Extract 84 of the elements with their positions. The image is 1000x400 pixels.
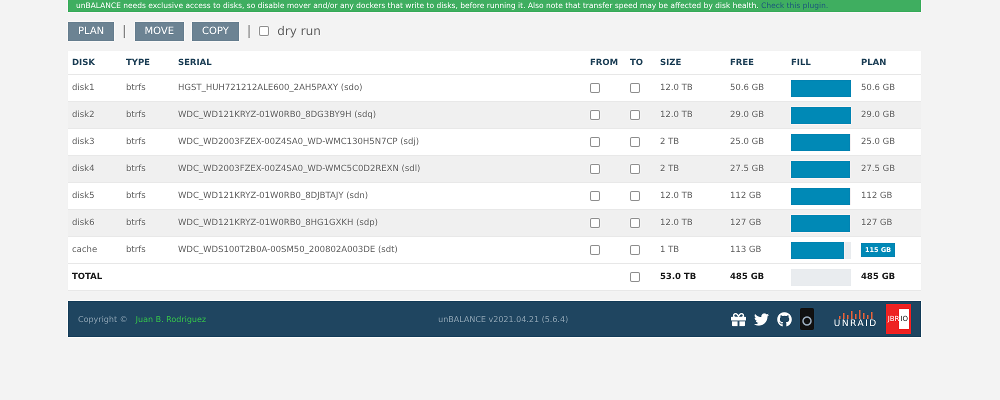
disk-plan: 112 GB [861, 191, 892, 201]
unraid-logo[interactable]: UNRAID [834, 319, 878, 329]
disk-serial: WDC_WD2003FZEX-00Z4SA0_WD-WMC130H5N7CP (sdj) [178, 137, 420, 147]
dry-run-checkbox[interactable] [259, 26, 270, 36]
disk-type: btrfs [126, 245, 146, 255]
disk-free: 113 GB [730, 245, 762, 255]
disk-free: 25.0 GB [730, 137, 764, 147]
disk-type: btrfs [126, 83, 146, 93]
disk-size: 2 TB [660, 137, 680, 147]
separator: | [246, 24, 252, 38]
to-checkbox[interactable] [630, 83, 640, 93]
from-checkbox[interactable] [590, 164, 600, 174]
disk-type: btrfs [126, 110, 146, 120]
disk-plan: 27.5 GB [861, 164, 896, 174]
disk-plan: 50.6 GB [861, 83, 896, 93]
column-header: FREE [730, 58, 754, 68]
from-checkbox[interactable] [590, 83, 600, 93]
version-text: unBALANCE v2021.04.21 (5.6.4) [438, 314, 568, 324]
to-checkbox[interactable] [630, 164, 640, 174]
disk-size: 12.0 TB [660, 218, 693, 228]
disk-serial: WDC_WD121KRYZ-01W0RB0_8DG3BY9H (sdq) [178, 110, 376, 120]
total-plan: 485 GB [861, 272, 896, 282]
dry-run-label: dry run [277, 24, 321, 38]
gift-icon[interactable] [730, 312, 746, 326]
github-icon[interactable] [776, 312, 792, 326]
disk-free: 27.5 GB [730, 164, 764, 174]
disk-type: btrfs [126, 137, 146, 147]
column-header: TO [630, 58, 644, 68]
disk-plan: 25.0 GB [861, 137, 896, 147]
column-header: FILL [791, 58, 811, 68]
to-checkbox[interactable] [630, 110, 640, 120]
from-checkbox[interactable] [590, 191, 600, 201]
disk-plan: 127 GB [861, 218, 892, 228]
disk-plan: 29.0 GB [861, 110, 896, 120]
disk-serial: WDC_WD121KRYZ-01W0RB0_8HG1GXKH (sdp) [178, 218, 378, 228]
to-checkbox[interactable] [630, 218, 640, 228]
column-header: TYPE [126, 58, 150, 68]
twitter-icon[interactable] [754, 312, 769, 326]
disk-name: disk4 [72, 164, 95, 174]
disk-name: disk2 [72, 110, 95, 120]
disk-free: 127 GB [730, 218, 762, 228]
from-checkbox[interactable] [590, 245, 600, 255]
disk-size: 12.0 TB [660, 191, 693, 201]
bars-icon [838, 309, 873, 319]
action-button[interactable]: MOVE [134, 22, 184, 40]
author-link[interactable]: Juan B. Rodriguez [136, 314, 206, 324]
disk-serial: WDC_WD2003FZEX-00Z4SA0_WD-WMC5C0D2REXN (sdl) [178, 164, 420, 174]
total-free: 485 GB [730, 272, 764, 282]
disk-free: 112 GB [730, 191, 762, 201]
disk-serial: HGST_HUH721212ALE600_2AH5PAXY (sdo) [178, 83, 362, 93]
from-checkbox[interactable] [590, 110, 600, 120]
disk-size: 12.0 TB [660, 110, 693, 120]
column-header: DISK [72, 58, 95, 68]
action-button[interactable]: PLAN [68, 22, 114, 40]
disk-name: disk3 [72, 137, 95, 147]
disk-name: disk1 [72, 83, 95, 93]
to-checkbox[interactable] [630, 245, 640, 255]
total-label: TOTAL [72, 272, 102, 282]
copyright-text: Copyright © [78, 314, 128, 324]
disk-free: 50.6 GB [730, 83, 764, 93]
disk-type: btrfs [126, 164, 146, 174]
to-checkbox[interactable] [630, 191, 640, 201]
disk-type: btrfs [126, 191, 146, 201]
disk-free: 29.0 GB [730, 110, 764, 120]
to-checkbox[interactable] [630, 272, 640, 282]
disk-name: disk5 [72, 191, 95, 201]
from-checkbox[interactable] [590, 218, 600, 228]
column-header: SERIAL [178, 58, 212, 68]
disk-size: 12.0 TB [660, 83, 693, 93]
column-header: FROM [590, 58, 618, 68]
separator: | [122, 24, 127, 38]
disk-type: btrfs [126, 218, 146, 228]
disk-name: cache [72, 245, 98, 255]
column-header: SIZE [660, 58, 682, 68]
disk-size: 2 TB [660, 164, 680, 174]
action-button[interactable]: COPY [192, 22, 239, 40]
disk-size: 1 TB [660, 245, 680, 255]
to-checkbox[interactable] [630, 137, 640, 147]
from-checkbox[interactable] [590, 137, 600, 147]
column-header: PLAN [861, 58, 886, 68]
total-size: 53.0 TB [660, 272, 696, 282]
disk-name: disk6 [72, 218, 95, 228]
disk-serial: WDC_WD121KRYZ-01W0RB0_8DJBTAJY (sdn) [178, 191, 368, 201]
disk-serial: WDC_WDS100T2B0A-00SM50_200802A003DE (sdt) [178, 245, 398, 255]
